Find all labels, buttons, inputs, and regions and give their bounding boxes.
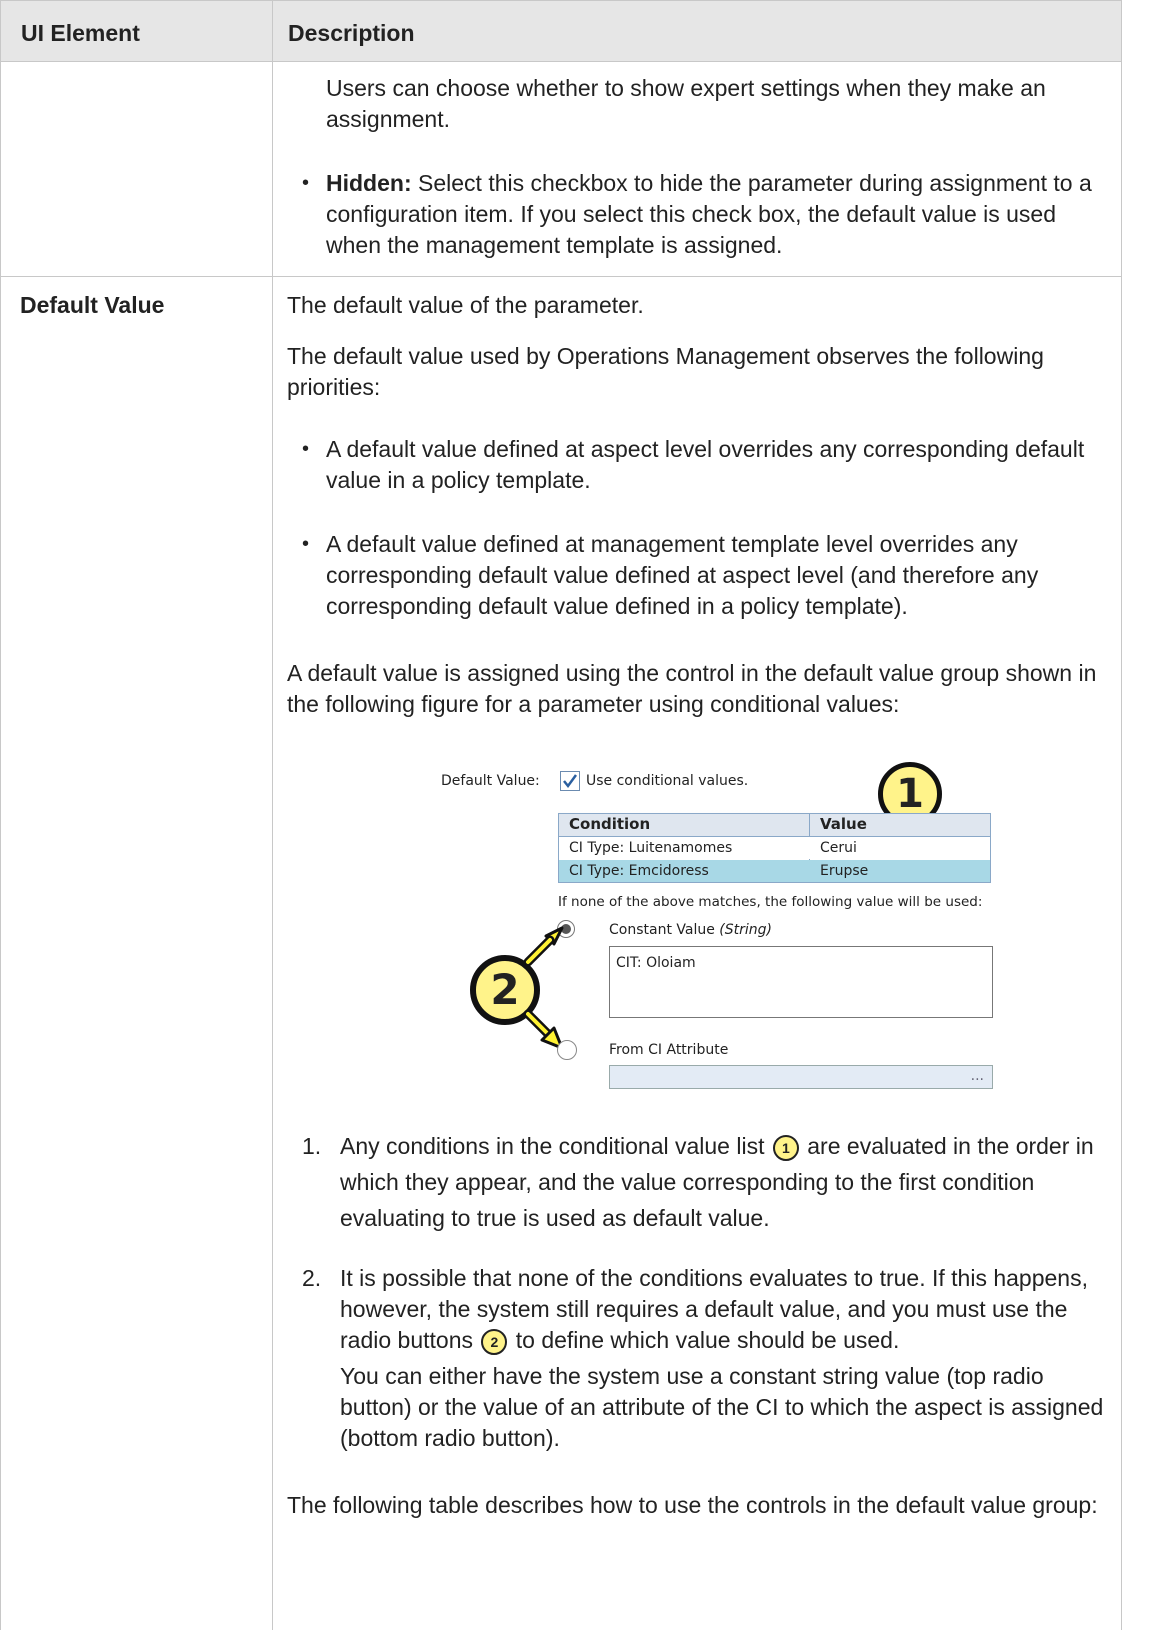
condition-column-header: Condition: [569, 815, 651, 833]
use-conditional-checkbox[interactable]: [560, 771, 580, 791]
use-conditional-label: Use conditional values.: [586, 773, 749, 789]
ci-attribute-radio[interactable]: [557, 1040, 577, 1060]
default-value-label: Default Value:: [441, 773, 540, 789]
numbered-item-2: 2. It is possible that none of the condit…: [302, 1263, 1110, 1356]
checkmark-icon: [563, 774, 578, 789]
list-number: 1.: [302, 1133, 322, 1159]
fallback-text: If none of the above matches, the follow…: [558, 894, 983, 910]
list-text: to define which value should be used.: [509, 1327, 900, 1353]
browse-ellipsis-button[interactable]: ...: [971, 1068, 984, 1084]
constant-value-label: Constant Value (String): [609, 922, 772, 938]
numbered-item-2-continuation: You can either have the system use a con…: [340, 1363, 1104, 1451]
numbered-item-1: 1. Any conditions in the conditional valu…: [302, 1128, 1110, 1236]
condition-cell: CI Type: Luitenamomes: [569, 840, 733, 856]
default-value-figure: Default Value: Use conditional values. *…: [0, 0, 1122, 1100]
inline-callout-1-icon: 1: [772, 1134, 799, 1161]
condition-cell: CI Type: Emcidoress: [569, 863, 709, 879]
constant-value-input[interactable]: CIT: Oloiam: [609, 946, 993, 1018]
row2-paragraph-4: The following table describes how to use…: [287, 1492, 1098, 1518]
constant-type-text: (String): [719, 922, 773, 938]
ci-attribute-label: From CI Attribute: [609, 1042, 729, 1058]
value-cell: Cerui: [820, 840, 857, 856]
value-column-header: Value: [820, 815, 867, 833]
callout-arrow-up-icon: [523, 926, 564, 967]
constant-value-text: CIT: Oloiam: [616, 955, 696, 971]
inline-callout-2-icon: 2: [481, 1328, 508, 1355]
list-text: Any conditions in the conditional value …: [340, 1133, 765, 1159]
ci-attribute-field[interactable]: ...: [609, 1065, 993, 1089]
list-number: 2.: [302, 1265, 322, 1291]
constant-label-text: Constant Value: [609, 922, 715, 938]
value-cell: Erupse: [820, 863, 869, 879]
